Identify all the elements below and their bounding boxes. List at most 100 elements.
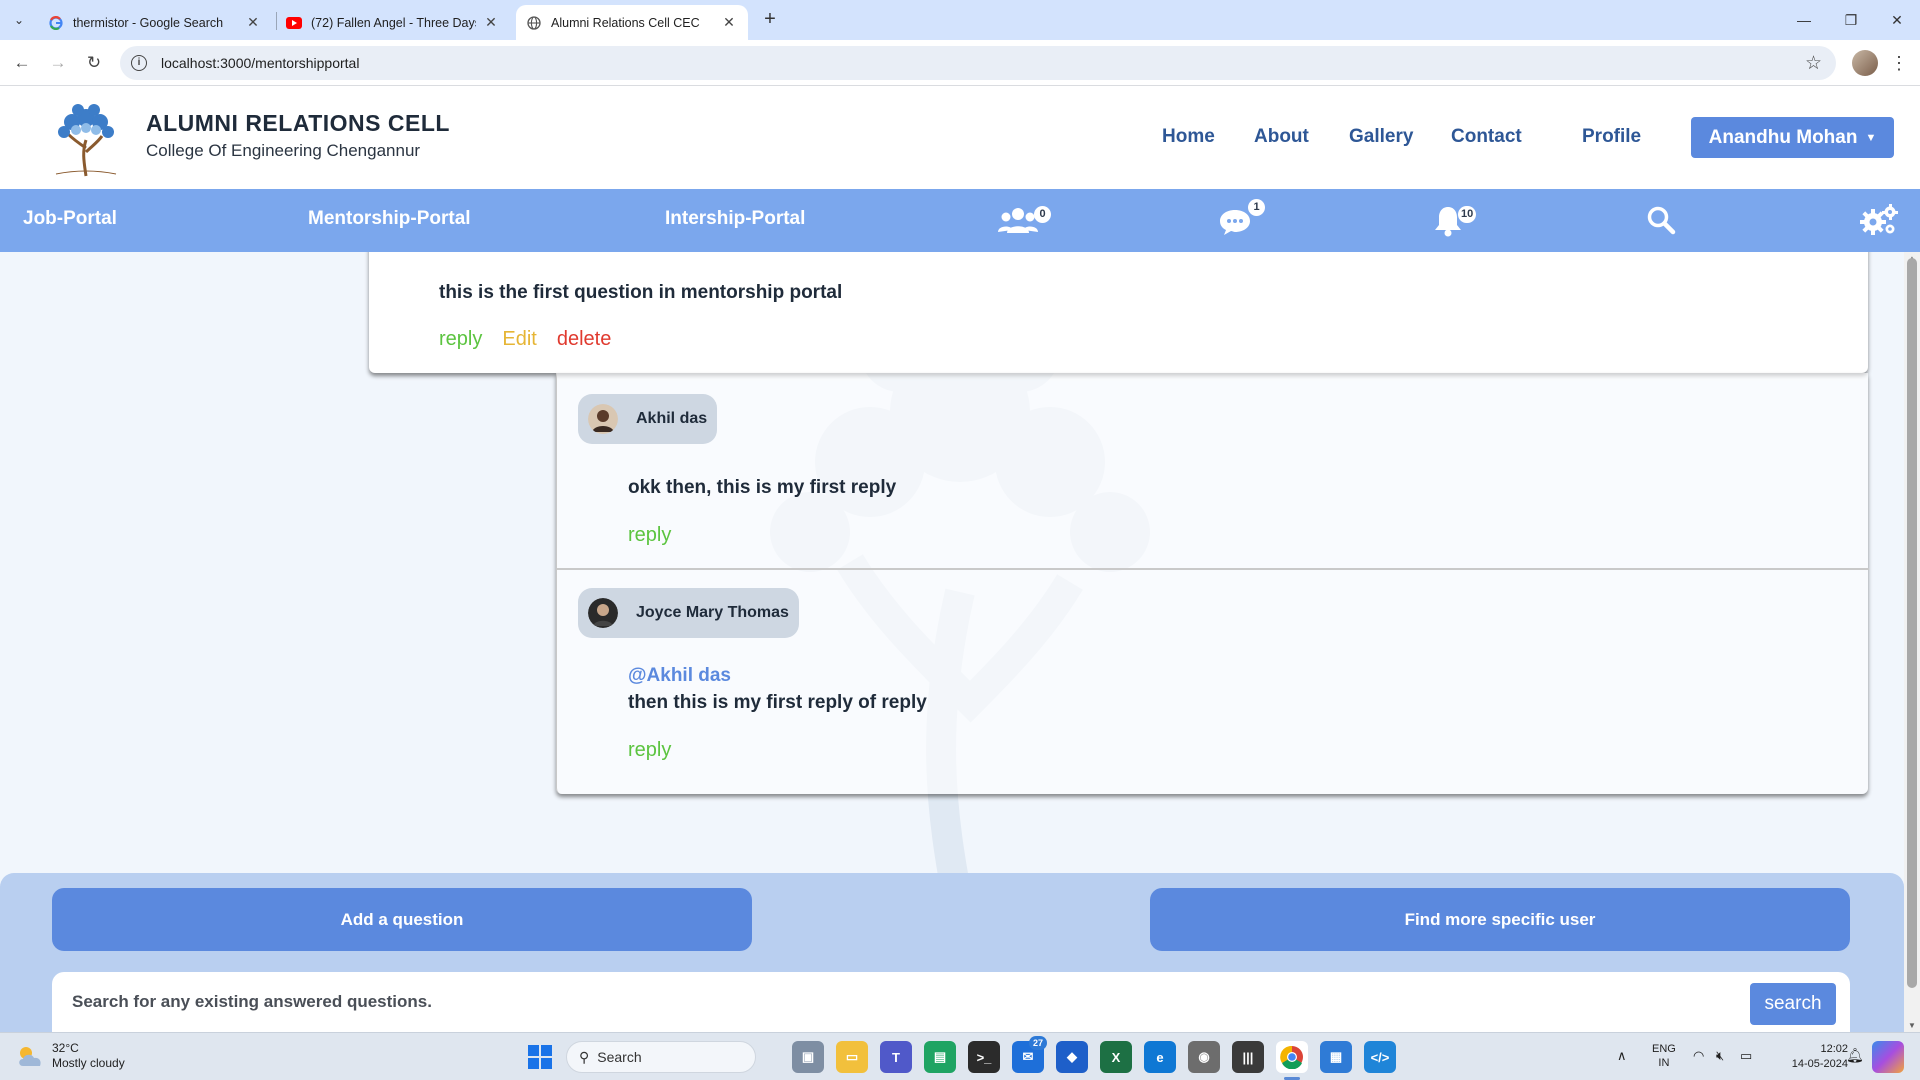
youtube-icon (286, 15, 302, 31)
portal-bar: Job-Portal Mentorship-Portal Intership-P… (0, 189, 1920, 252)
nav-about-link[interactable]: About (1254, 126, 1309, 148)
chrome-icon[interactable] (1276, 1041, 1308, 1073)
address-bar[interactable]: i localhost:3000/mentorshipportal ☆ (120, 46, 1836, 80)
close-tab-icon[interactable]: ✕ (244, 14, 262, 31)
reply-text: okk then, this is my first reply (628, 477, 897, 498)
chat-bubble-icon[interactable] (1219, 208, 1251, 236)
tab-title: thermistor - Google Search (73, 15, 224, 30)
search-button[interactable]: search (1750, 983, 1836, 1025)
nav-gallery-link[interactable]: Gallery (1349, 126, 1413, 148)
question-text: this is the first question in mentorship… (439, 282, 843, 303)
settings-gears-icon[interactable] (1860, 204, 1898, 236)
notepad-icon[interactable]: ▦ (1320, 1041, 1352, 1073)
browser-tab-youtube[interactable]: (72) Fallen Angel - Three Days G ✕ (276, 5, 510, 40)
weather-widget[interactable]: 32°C Mostly cloudy (16, 1041, 125, 1071)
restore-icon[interactable]: ❐ (1836, 8, 1866, 32)
clock-date: 14-05-2024 (1791, 1058, 1848, 1070)
close-tab-icon[interactable]: ✕ (720, 14, 738, 31)
alumni-tree-logo[interactable] (46, 98, 126, 178)
job-portal-link[interactable]: Job-Portal (23, 208, 117, 230)
copilot-icon[interactable] (1872, 1041, 1904, 1073)
site-header: ALUMNI RELATIONS CELL College Of Enginee… (0, 86, 1920, 189)
nav-profile-link[interactable]: Profile (1582, 126, 1641, 148)
excel-icon[interactable]: X (1100, 1041, 1132, 1073)
reply-author-chip[interactable]: Akhil das (578, 394, 718, 444)
speaker-muted-icon[interactable]: 🔇︎ (1716, 1048, 1724, 1080)
taskbar-search[interactable]: ⚲ Search (566, 1041, 756, 1073)
new-tab-plus-icon[interactable]: + (758, 8, 782, 32)
reload-icon[interactable]: ↻ (82, 51, 106, 75)
back-arrow-icon[interactable]: ← (10, 51, 34, 75)
app-icon[interactable]: ||| (1232, 1041, 1264, 1073)
forward-arrow-icon[interactable]: → (46, 51, 70, 75)
teams-icon[interactable]: T (880, 1041, 912, 1073)
brand-title: ALUMNI RELATIONS CELL (146, 110, 450, 136)
reply-link[interactable]: reply (628, 524, 671, 547)
reply-item: Joyce Mary Thomas @Akhil das then this i… (557, 568, 1869, 794)
bell-icon[interactable] (1434, 205, 1462, 237)
search-icon[interactable] (1646, 205, 1676, 235)
reply-author-name: Joyce Mary Thomas (636, 604, 789, 621)
tab-search-chevron-icon[interactable]: ⌄ (8, 9, 30, 31)
task-view-icon[interactable]: ▣ (792, 1041, 824, 1073)
browser-profile-avatar[interactable] (1852, 50, 1878, 76)
language-indicator[interactable]: ENG IN (1652, 1042, 1676, 1080)
clock[interactable]: 12:02 14-05-2024 (1772, 1042, 1848, 1080)
nav-home-link[interactable]: Home (1162, 126, 1215, 148)
mention-link[interactable]: @Akhil das (628, 665, 731, 687)
nav-contact-link[interactable]: Contact (1451, 126, 1522, 148)
wifi-icon[interactable]: ◠ (1693, 1048, 1704, 1080)
user-menu-dropdown[interactable]: Anandhu Mohan ▼ (1691, 117, 1894, 158)
browser-menu-icon[interactable]: ⋮ (1890, 50, 1908, 76)
caret-down-icon: ▼ (1865, 131, 1877, 144)
page-scrollbar[interactable]: ▲ ▼ (1904, 252, 1920, 1032)
find-user-button[interactable]: Find more specific user (1150, 888, 1850, 951)
browser-tab-google[interactable]: thermistor - Google Search ✕ (38, 5, 272, 40)
user-menu-label: Anandhu Mohan (1708, 126, 1858, 148)
groups-count-badge: 0 (1034, 206, 1051, 223)
question-reply-link[interactable]: reply (439, 328, 482, 351)
internship-portal-link[interactable]: Intership-Portal (665, 208, 805, 230)
windows-start-icon[interactable] (528, 1045, 552, 1069)
file-explorer-icon[interactable]: ▭ (836, 1041, 868, 1073)
site-info-icon[interactable]: i (131, 55, 147, 71)
notifications-count-badge: 10 (1458, 206, 1477, 223)
browser-toolbar: ← → ↻ i localhost:3000/mentorshipportal … (0, 40, 1920, 86)
question-card: this is the first question in mentorship… (369, 252, 1868, 373)
reply-link[interactable]: reply (628, 739, 671, 762)
search-icon: ⚲ (579, 1048, 590, 1065)
show-hidden-icons-chevron-icon[interactable]: ∧ (1617, 1048, 1627, 1080)
close-window-icon[interactable]: ✕ (1882, 8, 1912, 32)
battery-icon[interactable]: ▭ (1740, 1048, 1752, 1080)
users-group-icon[interactable] (998, 206, 1038, 234)
add-question-button[interactable]: Add a question (52, 888, 752, 951)
question-search-bar: search (52, 972, 1850, 1032)
question-actions: reply Edit delete (439, 328, 611, 351)
mail-unread-badge: 27 (1029, 1036, 1047, 1050)
reply-item: Akhil das okk then, this is my first rep… (557, 373, 1869, 568)
classroom-icon[interactable]: ▤ (924, 1041, 956, 1073)
bookmark-star-icon[interactable]: ☆ (1805, 52, 1822, 75)
reply-author-chip[interactable]: Joyce Mary Thomas (578, 588, 799, 638)
notification-bell-icon[interactable]: 🔔︎ (1846, 1047, 1864, 1080)
region-code: IN (1658, 1057, 1670, 1069)
avatar (588, 404, 618, 434)
weather-condition: Mostly cloudy (52, 1056, 125, 1070)
browser-tab-alumni[interactable]: Alumni Relations Cell CEC ✕ (516, 5, 748, 40)
vscode-icon[interactable]: </> (1364, 1041, 1396, 1073)
clock-time: 12:02 (1820, 1043, 1848, 1055)
terminal-icon[interactable]: >_ (968, 1041, 1000, 1073)
question-delete-link[interactable]: delete (557, 328, 612, 351)
close-tab-icon[interactable]: ✕ (482, 14, 500, 31)
edge-icon[interactable]: e (1144, 1041, 1176, 1073)
app-icon[interactable]: ◆ (1056, 1041, 1088, 1073)
app-icon[interactable]: ◉ (1188, 1041, 1220, 1073)
minimize-icon[interactable]: — (1789, 8, 1819, 32)
scrollbar-thumb[interactable] (1907, 258, 1917, 988)
mentorship-portal-link[interactable]: Mentorship-Portal (308, 208, 471, 230)
question-edit-link[interactable]: Edit (502, 328, 536, 351)
taskbar-search-label: Search (597, 1049, 642, 1065)
scroll-down-arrow-icon[interactable]: ▼ (1908, 1021, 1916, 1030)
question-search-input[interactable] (72, 988, 1472, 1016)
url-text[interactable]: localhost:3000/mentorshipportal (161, 55, 359, 71)
